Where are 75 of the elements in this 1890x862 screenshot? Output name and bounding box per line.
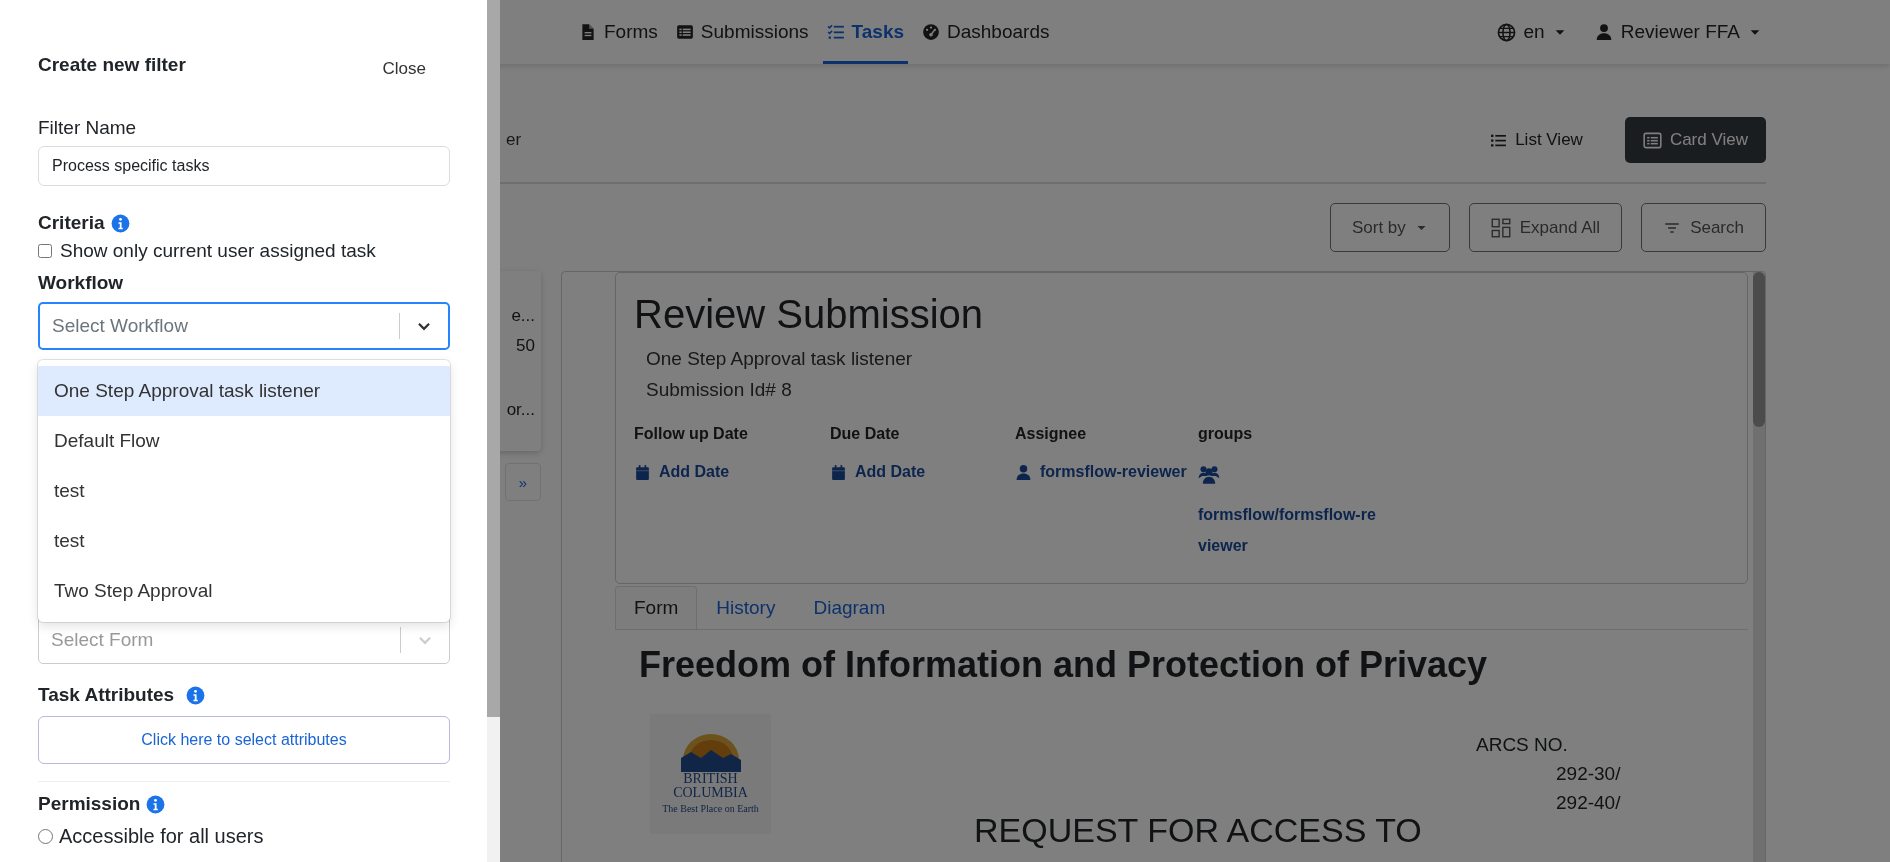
document-icon [579, 23, 597, 41]
view-toggle-button[interactable]: Card View [1624, 117, 1766, 163]
globe-icon [1496, 22, 1516, 42]
assignee-link[interactable]: formsflow-reviewer [1015, 463, 1198, 481]
submission-id: Submission Id# 8 [646, 378, 793, 402]
form-heading: Freedom of Information and Protection of Privacy [639, 644, 1489, 686]
scrollbar-thumb[interactable] [487, 0, 500, 717]
field-label: groups [1198, 425, 1254, 443]
panel-title: Create new filter [38, 54, 186, 76]
calendar-icon [634, 463, 651, 481]
dropdown-option[interactable]: test [38, 516, 450, 566]
task-title: Review Submission [634, 291, 985, 337]
section-label: Criteria [38, 211, 105, 235]
request-heading: REQUEST FOR ACCESS TO [974, 811, 1423, 849]
logo-text: BRITISH [683, 772, 738, 786]
list-icon [675, 23, 694, 41]
group-name[interactable]: formsflow/formsflow-reviewer [1198, 499, 1380, 561]
nav-link[interactable]: Forms [575, 0, 662, 64]
dropdown-option[interactable]: Default Flow [38, 416, 450, 466]
card-text: e... [511, 305, 535, 327]
tab[interactable]: History [697, 586, 795, 629]
nav-link[interactable]: Dashboards [918, 0, 1054, 64]
user-icon [1015, 463, 1032, 481]
dropdown-option[interactable]: test [38, 466, 450, 516]
arcs-number: 292-30/ [1555, 762, 1622, 786]
close-button[interactable]: Close [376, 58, 432, 80]
field-label: Follow up Date [634, 425, 749, 443]
truncated-text: er [506, 130, 522, 150]
card-text: 50 [516, 335, 535, 357]
view-toggle-button[interactable]: List View [1472, 117, 1601, 163]
select-attributes-button[interactable]: Click here to select attributes [38, 716, 450, 764]
calendar-icon [830, 463, 847, 481]
field-label: Workflow [38, 271, 124, 295]
users-icon [1198, 463, 1220, 485]
grid-icon [1490, 217, 1511, 238]
checklist-icon [826, 23, 845, 41]
logo-text: The Best Place on Earth [662, 802, 759, 816]
field-label: Due Date [830, 425, 901, 443]
sort-button[interactable]: Sort by [1329, 203, 1450, 252]
search-button[interactable]: Search [1641, 203, 1766, 252]
card-icon [1642, 130, 1662, 150]
radio-button[interactable] [38, 829, 53, 844]
tab[interactable]: Form [615, 586, 698, 629]
nav-link[interactable]: Submissions [671, 0, 813, 64]
user-menu[interactable]: Reviewer FFA [1594, 0, 1762, 64]
section-label: Permission [38, 792, 141, 816]
add-date-link[interactable]: Add Date [830, 463, 1015, 481]
add-date-link[interactable]: Add Date [634, 463, 830, 481]
arcs-label: ARCS NO. [1476, 733, 1569, 757]
checkbox-label: Show only current user assigned task [60, 240, 376, 262]
filter-name-input[interactable]: Process specific tasks [38, 146, 450, 186]
pagination-next[interactable]: » [505, 463, 541, 501]
info-icon [110, 213, 130, 233]
expand-all-button[interactable]: Expand All [1468, 203, 1623, 252]
arcs-number: 292-40/ [1555, 791, 1622, 815]
info-icon [146, 794, 166, 814]
process-name: One Step Approval task listener [646, 347, 914, 371]
dropdown-option[interactable]: One Step Approval task listener [38, 366, 450, 416]
info-icon [186, 685, 206, 705]
scrollbar-thumb[interactable] [1753, 272, 1765, 427]
sun-mountain-icon [680, 732, 741, 772]
gauge-icon [922, 23, 940, 41]
dropdown-option[interactable]: Two Step Approval [38, 566, 450, 616]
section-label: Task Attributes [38, 683, 175, 707]
card-text: or... [506, 399, 535, 421]
checkbox[interactable] [38, 244, 52, 258]
radio-label: Accessible for all users [59, 825, 264, 848]
field-label: Assignee [1015, 425, 1088, 443]
field-label: Filter Name [38, 116, 138, 140]
nav-link[interactable]: Tasks [822, 0, 908, 64]
user-icon [1594, 23, 1613, 41]
language-dropdown[interactable]: en [1496, 0, 1567, 64]
tab[interactable]: Diagram [794, 586, 905, 629]
workflow-select[interactable]: Select Workflow [38, 302, 450, 350]
logo-text: COLUMBIA [673, 786, 748, 800]
